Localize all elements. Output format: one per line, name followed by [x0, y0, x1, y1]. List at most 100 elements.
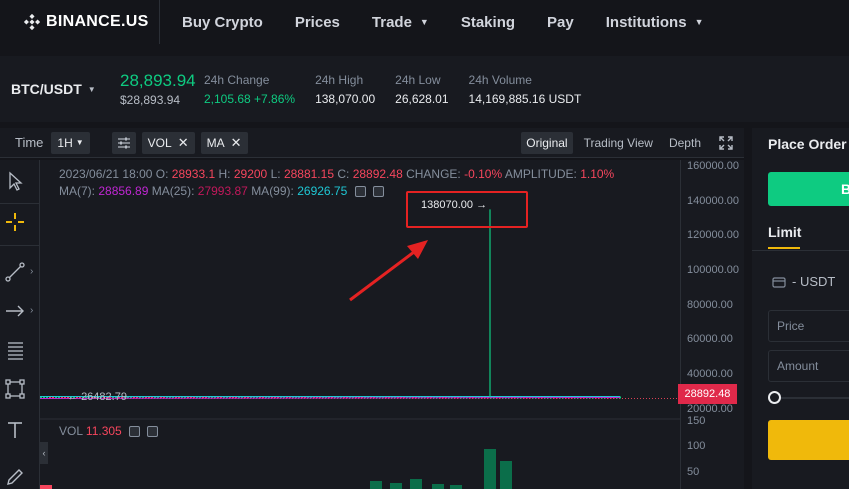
trend-line-icon[interactable] [4, 261, 26, 283]
arrow-right-icon: → [476, 199, 488, 211]
y-tick: 20000.00 [687, 403, 733, 415]
legend-datetime: 2023/06/21 18:00 [59, 167, 153, 181]
volume-bar [432, 484, 444, 489]
y-tick: 100000.00 [687, 264, 739, 276]
eye-icon[interactable] [129, 426, 141, 438]
stat-label: 24h Low [395, 73, 441, 87]
interval-selector[interactable]: 1H ▼ [51, 131, 90, 154]
active-tab-underline [768, 247, 800, 249]
fib-levels-icon[interactable] [4, 339, 26, 361]
vol-tick: 150 [687, 415, 706, 427]
view-depth[interactable]: Depth [664, 132, 706, 154]
stat-value: 26,628.01 [395, 92, 449, 106]
amount-placeholder: Amount [777, 359, 819, 373]
stat-label: 24h High [315, 73, 364, 87]
arrow-line-icon[interactable] [4, 300, 26, 322]
logo-text: BINANCE.US [46, 13, 149, 30]
chevron-left-icon: ‹ [42, 448, 46, 458]
submit-order-button[interactable] [768, 420, 849, 460]
order-type-limit[interactable]: Limit [768, 224, 801, 240]
chevron-right-icon[interactable]: › [30, 266, 33, 277]
view-trading-view[interactable]: Trading View [579, 132, 658, 154]
available-value: - USDT [792, 274, 836, 289]
divider [752, 250, 849, 251]
volume-bar [410, 479, 422, 489]
legend-amplitude: 1.10% [580, 167, 615, 181]
nav-label: Institutions [605, 13, 687, 31]
settings-icon[interactable] [147, 426, 159, 438]
low-marker-value: 26482.79 [81, 391, 127, 403]
drawing-toolbar: › › [0, 160, 40, 489]
collapse-toolbar-button[interactable]: ‹ [40, 442, 48, 464]
vol-value: 11.305 [85, 424, 122, 438]
caret-down-icon: ▼ [87, 84, 96, 94]
volume-legend: VOL 11.305 [59, 424, 159, 438]
volume-bar [450, 485, 462, 489]
nav-institutions[interactable]: Institutions ▼ [606, 14, 704, 31]
legend-amplitude-label: AMPLITUDE: [504, 167, 577, 181]
legend-close: 28892.48 [352, 167, 403, 181]
last-price-usd: $28,893.94 [120, 93, 181, 107]
rectangle-tool-icon[interactable] [4, 378, 26, 400]
legend-l-label: L: [270, 167, 281, 181]
pencil-icon[interactable] [4, 466, 26, 488]
chevron-right-icon[interactable]: › [30, 305, 33, 316]
market-ticker: BTC/USDT ▼ 28,893.94 $28,893.94 24h Chan… [0, 56, 849, 122]
close-icon[interactable]: ✕ [178, 135, 189, 151]
ma7-label: MA(7): [59, 184, 95, 198]
legend-high: 29200 [233, 167, 268, 181]
tag-label: MA [206, 135, 225, 150]
amount-input[interactable]: Amount [768, 350, 849, 382]
y-tick: 120000.00 [687, 229, 739, 241]
legend-o-label: O: [155, 167, 169, 181]
place-order-panel: Place Order B Limit - USDT Price Amount [752, 128, 849, 489]
nav-trade[interactable]: Trade ▼ [372, 14, 429, 31]
vol-label: VOL [59, 424, 83, 438]
stat-24h-low: 24h Low 26,628.01 [395, 72, 448, 106]
close-icon[interactable]: ✕ [231, 135, 242, 151]
price-placeholder: Price [777, 319, 805, 333]
fullscreen-icon[interactable] [718, 135, 734, 151]
top-navigation: BINANCE.US Buy Crypto Prices Trade ▼ Stak… [0, 0, 849, 44]
price-axis[interactable]: 160000.00 140000.00 120000.00 100000.00 … [680, 160, 744, 489]
arrow-left-icon: ← [67, 391, 82, 403]
indicator-settings-button[interactable] [111, 131, 136, 154]
cursor-arrow-icon[interactable] [4, 170, 26, 192]
binance-logo-icon [24, 14, 40, 30]
ma-indicator-tag[interactable]: MA ✕ [200, 131, 248, 154]
pair-selector[interactable]: BTC/USDT ▼ [0, 81, 120, 97]
price-chart[interactable]: 2023/06/21 18:00 O: 28933.1 H: 29200 L: … [40, 160, 744, 489]
stat-24h-high: 24h High 138,070.00 [315, 72, 375, 106]
y-tick: 140000.00 [687, 195, 739, 207]
view-switcher: Original Trading View Depth [515, 132, 734, 154]
amount-slider-track[interactable] [776, 397, 849, 399]
nav-staking[interactable]: Staking [461, 14, 515, 31]
text-tool-icon[interactable] [4, 419, 26, 441]
high-marker-value: 138070.00 [421, 199, 473, 211]
vol-tick: 50 [687, 466, 700, 478]
current-price-tag: 28892.48 [678, 384, 737, 404]
buy-tab-button[interactable]: B [768, 172, 849, 206]
vol-tick: 100 [687, 440, 706, 452]
stat-label: 24h Volume [468, 73, 532, 87]
candlestick-canvas[interactable] [40, 160, 744, 489]
eye-icon[interactable] [354, 186, 366, 198]
nav-prices[interactable]: Prices [295, 14, 340, 31]
crosshair-icon[interactable] [4, 211, 26, 233]
nav-buy-crypto[interactable]: Buy Crypto [182, 14, 263, 31]
legend-change-label: CHANGE: [406, 167, 461, 181]
stat-value: 2,105.68 +7.86% [204, 92, 296, 106]
caret-down-icon: ▼ [419, 17, 429, 27]
brand-logo[interactable]: BINANCE.US [0, 0, 160, 44]
price-input[interactable]: Price [768, 310, 849, 342]
pair-label: BTC/USDT [11, 81, 82, 97]
tool-divider [0, 245, 40, 246]
view-original[interactable]: Original [521, 132, 573, 154]
nav-pay[interactable]: Pay [547, 14, 574, 31]
amount-slider-handle[interactable] [768, 391, 781, 404]
vol-indicator-tag[interactable]: VOL ✕ [141, 131, 195, 154]
ma7-value: 28856.89 [98, 184, 149, 198]
ma25-value: 27993.87 [197, 184, 248, 198]
legend-open: 28933.1 [171, 167, 216, 181]
settings-icon[interactable] [372, 186, 384, 198]
